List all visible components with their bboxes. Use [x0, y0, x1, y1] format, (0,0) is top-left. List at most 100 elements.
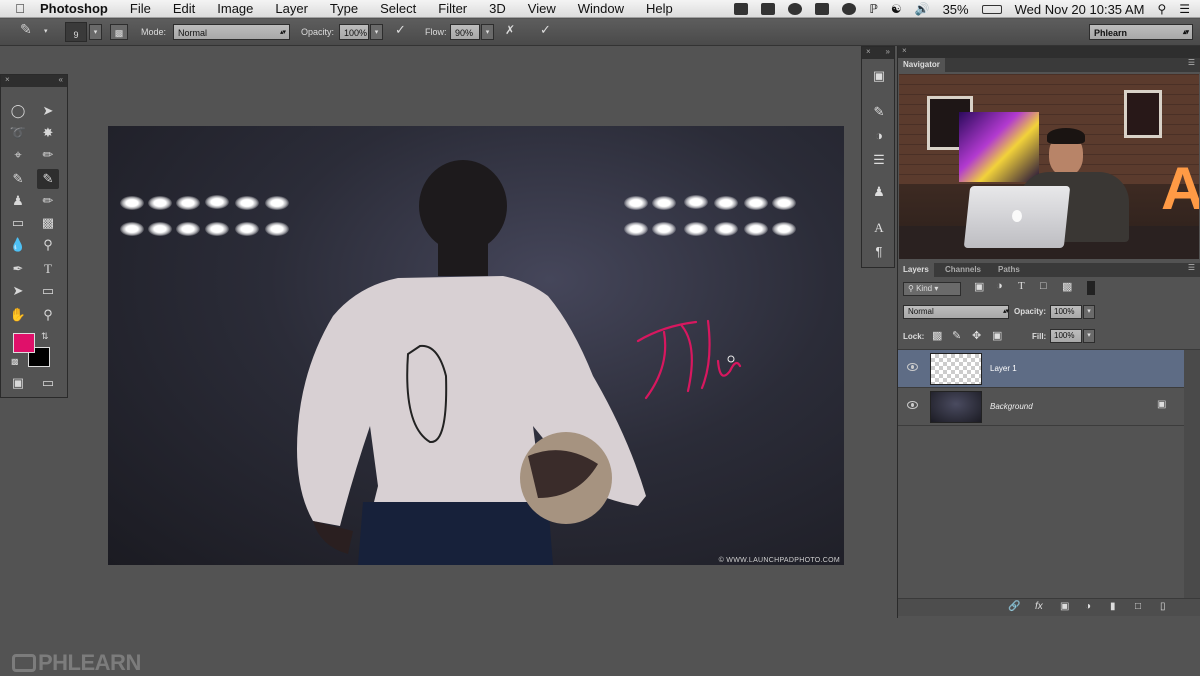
clock[interactable]: Wed Nov 20 10:35 AM	[1015, 2, 1145, 17]
notification-center-icon[interactable]: ☰	[1179, 2, 1190, 16]
history-brush-icon[interactable]: ✏	[37, 191, 59, 211]
layer-styles-icon[interactable]: fx	[1035, 601, 1043, 612]
menu-layer[interactable]: Layer	[275, 1, 308, 16]
lock-transparency-icon[interactable]: ▩	[932, 329, 942, 342]
mini-panel-header[interactable]: ×»	[862, 47, 894, 59]
lasso-icon[interactable]: ➰	[7, 123, 29, 143]
menu-edit[interactable]: Edit	[173, 1, 195, 16]
healing-brush-icon[interactable]: ✎	[7, 169, 29, 189]
panel-menu-icon[interactable]: ☰	[1188, 58, 1195, 67]
fill-input[interactable]: 100%	[1050, 329, 1082, 343]
pressure-size-icon[interactable]: ✓	[540, 22, 551, 38]
tools-panel-header[interactable]: × «	[1, 75, 67, 87]
close-icon[interactable]: ×	[902, 46, 907, 55]
opacity-input[interactable]: 100%	[339, 24, 369, 40]
adjustment-layer-icon[interactable]: ◑	[1085, 601, 1091, 612]
properties-icon[interactable]: ☰	[869, 151, 889, 169]
menu-3d[interactable]: 3D	[489, 1, 506, 16]
airbrush-icon[interactable]: ✗	[505, 22, 515, 38]
adjustments-icon[interactable]: ◑	[869, 127, 889, 145]
filter-shape-icon[interactable]: □	[1040, 280, 1047, 292]
mode-select[interactable]: Normal	[173, 24, 290, 40]
layer-opacity-dropdown-icon[interactable]: ▾	[1083, 305, 1095, 319]
layer-thumbnail[interactable]	[930, 353, 982, 385]
dropbox-icon[interactable]	[815, 3, 830, 15]
filter-smart-object-icon[interactable]: ▩	[1062, 280, 1072, 293]
expand-icon[interactable]: »	[886, 47, 890, 59]
panel-menu-icon[interactable]: ☰	[1188, 263, 1195, 272]
shape-icon[interactable]: ▭	[37, 281, 59, 301]
lock-position-icon[interactable]: ✥	[972, 329, 981, 342]
eye-app-icon[interactable]	[788, 3, 803, 15]
lock-pixels-icon[interactable]: ✎	[952, 329, 961, 342]
flow-input[interactable]: 90%	[450, 24, 480, 40]
layer-name[interactable]: Layer 1	[990, 364, 1017, 373]
evernote-icon[interactable]	[734, 3, 749, 15]
character-panel-icon[interactable]: A	[869, 219, 889, 237]
new-group-icon[interactable]: ▮	[1110, 601, 1116, 612]
blur-icon[interactable]: 💧	[7, 235, 29, 255]
navigator-preview[interactable]: A	[899, 74, 1199, 259]
blend-mode-select[interactable]: Normal	[903, 305, 1009, 319]
close-icon[interactable]: ×	[866, 47, 871, 59]
hand-icon[interactable]: ✋	[7, 305, 29, 325]
visibility-eye-icon[interactable]	[907, 401, 918, 409]
brush-presets-icon[interactable]: ✎	[869, 103, 889, 121]
menu-file[interactable]: File	[130, 1, 151, 16]
battery-percent[interactable]: 35%	[943, 2, 969, 17]
tab-paths[interactable]: Paths	[993, 263, 1025, 277]
filter-adjustment-icon[interactable]: ◑	[996, 280, 1003, 292]
lock-all-icon[interactable]: ▣	[992, 329, 1002, 342]
brush-panel-toggle-icon[interactable]: ▩	[110, 24, 128, 40]
fill-dropdown-icon[interactable]: ▾	[1083, 329, 1095, 343]
new-layer-icon[interactable]: □	[1135, 601, 1141, 612]
crop-icon[interactable]: ⌖	[7, 145, 29, 165]
default-colors-icon[interactable]: ▩	[11, 357, 19, 366]
preset-dropdown-icon[interactable]: ▾	[44, 24, 48, 40]
volume-icon[interactable]: 🔊	[915, 2, 930, 16]
swap-colors-icon[interactable]: ⇅	[41, 331, 49, 342]
add-mask-icon[interactable]: ▣	[1060, 601, 1069, 612]
menu-filter[interactable]: Filter	[438, 1, 467, 16]
clone-source-icon[interactable]: ♟	[869, 183, 889, 201]
layer-row-background[interactable]: Background ▣	[898, 388, 1184, 426]
screen-mode-icon[interactable]: ▭	[37, 373, 59, 393]
path-selection-icon[interactable]: ➤	[7, 281, 29, 301]
clone-stamp-icon[interactable]: ♟	[7, 191, 29, 211]
layer-opacity-input[interactable]: 100%	[1050, 305, 1082, 319]
document-canvas[interactable]: © WWW.LAUNCHPADPHOTO.COM	[108, 126, 844, 565]
tab-layers[interactable]: Layers	[898, 263, 934, 277]
tab-channels[interactable]: Channels	[940, 263, 986, 277]
close-icon[interactable]: ×	[5, 75, 10, 87]
eyedropper-icon[interactable]: ✏	[37, 145, 59, 165]
visibility-eye-icon[interactable]	[907, 363, 918, 371]
filter-toggle[interactable]	[1087, 281, 1095, 295]
pen-icon[interactable]: ✒	[7, 259, 29, 279]
paragraph-panel-icon[interactable]: ¶	[869, 243, 889, 261]
workspace-select[interactable]: Phlearn	[1089, 24, 1193, 40]
menu-image[interactable]: Image	[217, 1, 253, 16]
time-machine-icon[interactable]	[842, 3, 857, 15]
spotlight-icon[interactable]: ⚲	[1157, 2, 1166, 16]
brush-picker-arrow-icon[interactable]: ▾	[89, 24, 102, 40]
layer-filter-select[interactable]: ⚲ Kind ▾	[903, 282, 961, 296]
layer-name[interactable]: Background	[990, 402, 1033, 411]
filter-pixel-icon[interactable]: ▣	[974, 280, 984, 293]
collapse-icon[interactable]: «	[59, 75, 63, 87]
type-icon[interactable]: T	[37, 259, 59, 279]
magic-wand-icon[interactable]: ✸	[37, 123, 59, 143]
menu-help[interactable]: Help	[646, 1, 673, 16]
flow-dropdown-icon[interactable]: ▾	[481, 24, 494, 40]
brush-icon[interactable]: ✎	[37, 169, 59, 189]
history-panel-icon[interactable]: ▣	[869, 67, 889, 85]
gradient-icon[interactable]: ▩	[37, 213, 59, 233]
move-icon[interactable]: ➤	[37, 101, 59, 121]
app-menu-photoshop[interactable]: Photoshop	[40, 1, 108, 16]
menu-type[interactable]: Type	[330, 1, 358, 16]
brush-tool-preset-icon[interactable]: ✎	[20, 21, 32, 37]
apple-menu-icon[interactable]: 	[0, 1, 40, 16]
layer-thumbnail[interactable]	[930, 391, 982, 423]
opacity-dropdown-icon[interactable]: ▾	[370, 24, 383, 40]
link-layers-icon[interactable]: 🔗	[1008, 601, 1020, 612]
bluetooth-icon[interactable]: ℙ	[869, 2, 877, 16]
